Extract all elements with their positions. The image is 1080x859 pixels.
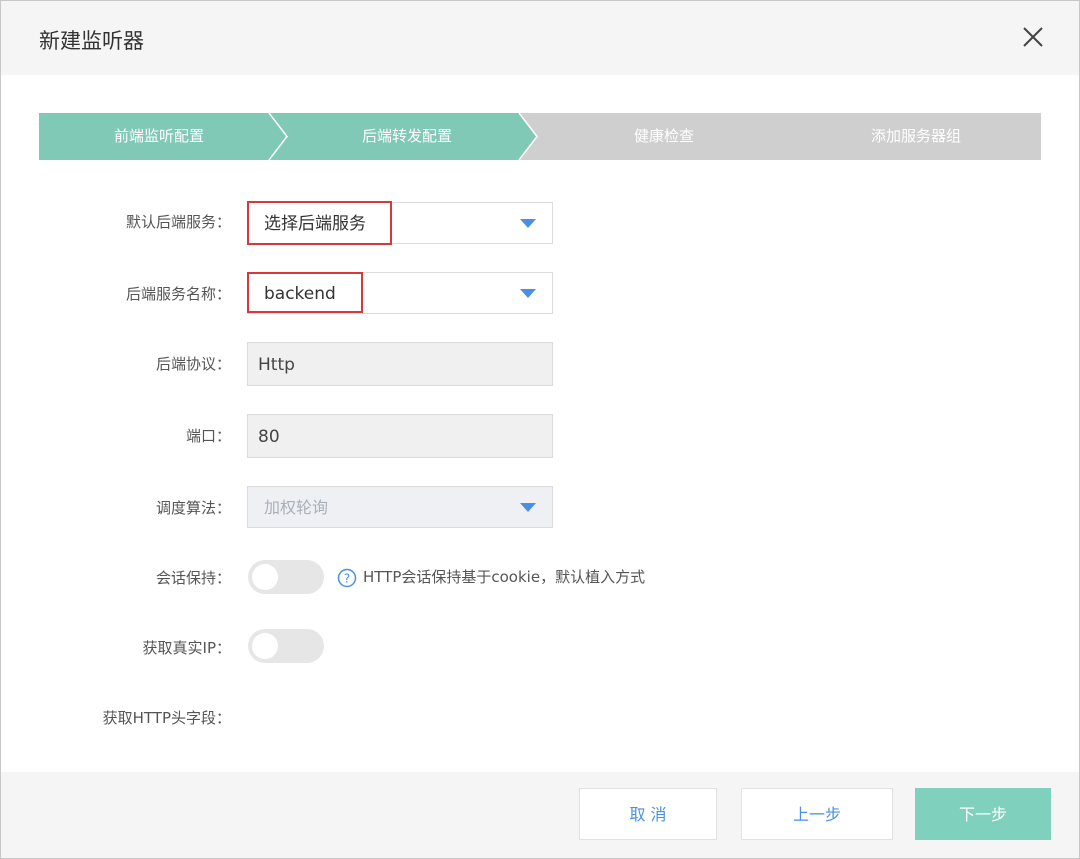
toggle-knob — [252, 564, 278, 590]
port-label: 端口： — [185, 427, 231, 445]
default-backend-label: 默认后端服务： — [125, 213, 231, 231]
dialog-title: 新建监听器 — [39, 29, 144, 53]
step-health-check[interactable]: 健康检查 — [539, 113, 789, 160]
dialog-footer: 取 消 上一步 下一步 — [1, 772, 1079, 858]
algorithm-value: 加权轮询 — [264, 498, 329, 517]
protocol-label: 后端协议： — [155, 355, 231, 373]
next-step-button[interactable]: 下一步 — [915, 788, 1051, 840]
real-ip-label: 获取真实IP： — [142, 639, 231, 657]
port-value: 80 — [258, 427, 280, 447]
cancel-button[interactable]: 取 消 — [579, 788, 717, 840]
dialog-header: 新建监听器 — [1, 1, 1079, 75]
step-frontend-config[interactable]: 前端监听配置 — [39, 113, 279, 160]
new-listener-dialog: 新建监听器 前端监听配置 后端转发配置 健康检查 添加服务器组 默认后端服务： … — [0, 0, 1080, 859]
port-field: 80 — [247, 414, 553, 458]
session-label: 会话保持： — [155, 569, 231, 587]
session-hint: ? HTTP会话保持基于cookie，默认植入方式 — [337, 566, 645, 588]
session-toggle[interactable] — [248, 560, 324, 594]
chevron-down-icon — [520, 219, 536, 228]
http-header-label: 获取HTTP头字段： — [102, 709, 231, 727]
wizard-steps: 前端监听配置 后端转发配置 健康检查 添加服务器组 — [39, 113, 1041, 160]
highlight-box — [247, 201, 392, 245]
algorithm-label: 调度算法： — [155, 499, 231, 517]
chevron-down-icon — [520, 503, 536, 512]
protocol-value: Http — [258, 355, 295, 375]
protocol-field: Http — [247, 342, 553, 386]
backend-name-label: 后端服务名称： — [125, 285, 231, 303]
algorithm-select: 加权轮询 — [247, 486, 553, 528]
previous-step-button[interactable]: 上一步 — [741, 788, 893, 840]
close-icon[interactable] — [1019, 23, 1047, 51]
highlight-box — [247, 272, 363, 313]
svg-text:?: ? — [344, 571, 350, 585]
toggle-knob — [252, 633, 278, 659]
help-icon[interactable]: ? — [337, 568, 357, 588]
step-add-server-group[interactable]: 添加服务器组 — [791, 113, 1041, 160]
step-backend-config[interactable]: 后端转发配置 — [287, 113, 527, 160]
real-ip-toggle[interactable] — [248, 629, 324, 663]
chevron-down-icon — [520, 289, 536, 298]
session-hint-text: HTTP会话保持基于cookie，默认植入方式 — [363, 568, 646, 586]
